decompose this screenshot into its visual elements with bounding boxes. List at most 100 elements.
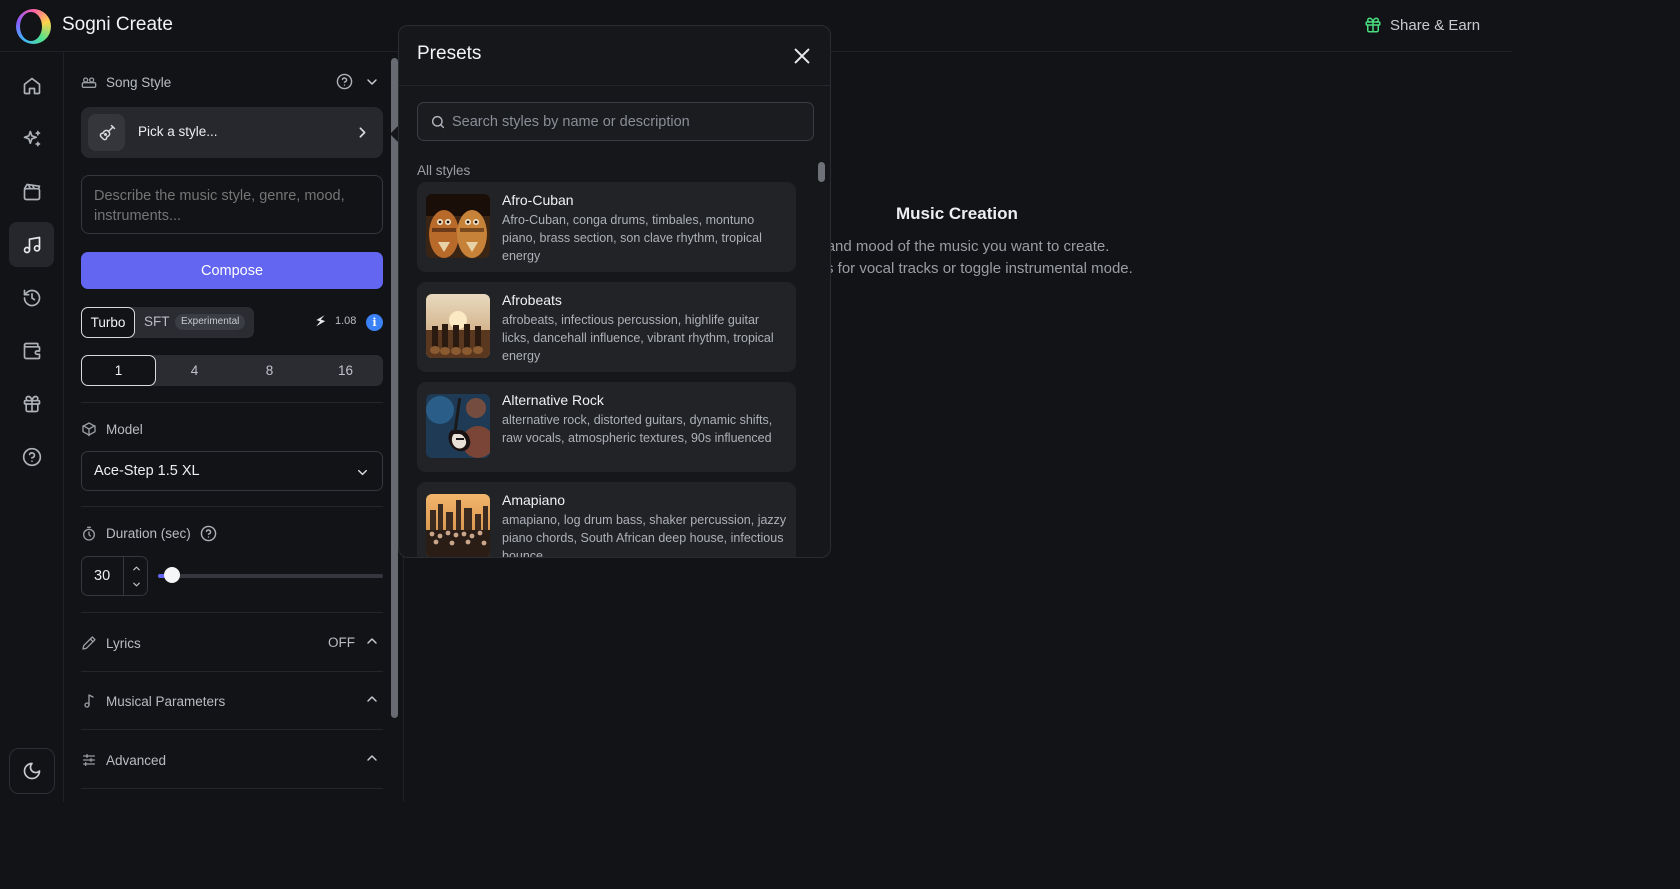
share-earn-label: Share & Earn [1390,16,1481,34]
lyrics-label: Lyrics [106,635,141,651]
preset-description: afrobeats, infectious percussion, highli… [502,313,774,363]
mode-toggle: Turbo SFT Experimental [81,307,254,338]
music-note-icon [81,693,97,709]
preset-item[interactable]: Amapiano amapiano, log drum bass, shaker… [417,482,796,558]
count-option-4[interactable]: 4 [157,355,232,386]
chevron-up-icon[interactable] [364,750,380,766]
popover-scrollbar[interactable] [818,162,825,182]
pick-style-button[interactable]: Pick a style... [81,107,383,158]
nav-music[interactable] [9,222,54,267]
divider [81,506,383,507]
divider [81,788,383,789]
count-option-1[interactable]: 1 [81,355,156,386]
preset-thumbnail-image [426,294,490,358]
preset-thumbnail-image [426,194,490,258]
musical-parameters-label: Musical Parameters [106,693,226,709]
sliders-icon [81,752,97,768]
duration-value: 30 [94,568,111,584]
close-icon[interactable] [791,45,813,67]
history-icon [22,288,42,308]
musical-parameters-header[interactable]: Musical Parameters [81,693,225,709]
nav-rail [0,52,64,802]
gift-icon [22,394,42,414]
chevron-down-icon[interactable] [364,74,380,90]
main-title: Music Creation [896,204,1018,223]
nav-rewards[interactable] [9,381,54,426]
sogni-logo[interactable] [16,9,51,44]
spark-icon [313,313,329,329]
style-description-input[interactable] [81,175,383,234]
mode-turbo-option[interactable]: Turbo [81,307,135,338]
search-icon [430,114,446,130]
song-style-help-icon[interactable] [336,73,353,90]
model-label: Model [106,421,143,437]
model-select[interactable]: Ace-Step 1.5 XL [81,451,383,491]
divider [81,402,383,403]
duration-help-icon[interactable] [200,525,217,542]
preset-name: Amapiano [502,492,566,508]
divider [399,85,830,86]
main-description: le, genre, and mood of the music you wan… [760,236,1280,280]
divider [81,671,383,672]
pen-icon [81,635,97,651]
preset-name: Afrobeats [502,292,562,308]
nav-history[interactable] [9,275,54,320]
count-option-16[interactable]: 16 [308,355,383,386]
preset-item[interactable]: Alternative Rock alternative rock, disto… [417,382,796,472]
nav-video[interactable] [9,169,54,214]
info-icon[interactable]: i [366,314,383,331]
preset-item[interactable]: Afrobeats afrobeats, infectious percussi… [417,282,796,372]
app-title: Sogni Create [62,14,173,35]
duration-slider[interactable] [158,567,383,583]
model-header: Model [81,421,143,437]
chevron-up-icon[interactable] [364,691,380,707]
duration-header: Duration (sec) [81,525,217,542]
timer-icon [81,526,97,542]
preset-description: alternative rock, distorted guitars, dyn… [502,413,773,445]
home-icon [22,76,42,96]
lyrics-status: OFF [328,635,355,650]
theme-toggle[interactable] [9,748,55,794]
stepper-buttons [123,557,148,595]
presets-title: Presets [417,43,482,64]
count-option-8[interactable]: 8 [232,355,307,386]
compose-button[interactable]: Compose [81,252,383,289]
nav-create[interactable] [9,116,54,161]
preset-name: Afro-Cuban [502,192,574,208]
chevron-down-icon [355,465,370,480]
divider [81,612,383,613]
main-description-line: le, genre, and mood of the music you wan… [760,238,1110,255]
cube-icon [81,421,97,437]
slider-thumb[interactable] [163,567,180,583]
section-label: All styles [417,163,471,178]
preset-thumbnail-image [426,494,490,557]
preset-search [417,102,814,141]
divider [81,729,383,730]
advanced-header[interactable]: Advanced [81,752,166,768]
gift-icon [1364,16,1382,34]
preset-item[interactable]: Afro-Cuban Afro-Cuban, conga drums, timb… [417,182,796,272]
mode-sft-option[interactable]: SFT [144,314,170,329]
cost-indicator: 1.08 [313,313,356,329]
preset-name: Alternative Rock [502,392,604,408]
preset-description: Afro-Cuban, conga drums, timbales, montu… [502,213,762,263]
pick-style-label: Pick a style... [138,124,218,139]
preset-description: amapiano, log drum bass, shaker percussi… [502,513,787,558]
help-icon [22,447,42,467]
nav-help[interactable] [9,434,54,479]
preset-thumbnail-image [426,394,490,458]
song-style-label: Song Style [106,74,172,90]
share-earn-button[interactable]: Share & Earn [1364,16,1480,34]
advanced-label: Advanced [106,752,167,768]
chevron-up-icon[interactable] [131,563,142,574]
lyrics-header[interactable]: Lyrics [81,635,141,651]
chevron-down-icon[interactable] [131,579,142,590]
nav-wallet[interactable] [9,328,54,373]
panel-scrollbar[interactable] [391,58,398,718]
chevron-right-icon [354,124,371,141]
chevron-up-icon[interactable] [364,633,380,649]
nav-home[interactable] [9,63,54,108]
duration-stepper[interactable]: 30 [81,556,148,596]
preset-search-input[interactable] [452,103,802,140]
cost-value: 1.08 [335,315,357,327]
